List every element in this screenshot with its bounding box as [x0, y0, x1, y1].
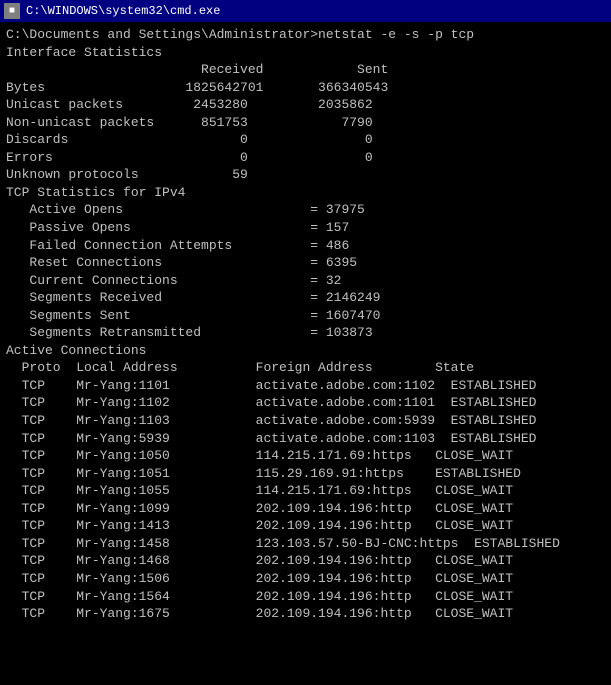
terminal-line: TCP Mr-Yang:1506 202.109.194.196:http CL… — [6, 570, 605, 588]
title-text: C:\WINDOWS\system32\cmd.exe — [26, 4, 220, 18]
terminal-line: TCP Mr-Yang:1458 123.103.57.50-BJ-CNC:ht… — [6, 535, 605, 553]
terminal-line: TCP Mr-Yang:1050 114.215.171.69:https CL… — [6, 447, 605, 465]
terminal-line: Active Connections — [6, 342, 605, 360]
terminal-line: TCP Mr-Yang:1564 202.109.194.196:http CL… — [6, 588, 605, 606]
terminal-line: Non-unicast packets 851753 7790 — [6, 114, 605, 132]
terminal-line: Received Sent — [6, 61, 605, 79]
terminal-line: TCP Mr-Yang:1675 202.109.194.196:http CL… — [6, 605, 605, 623]
terminal-line: Unicast packets 2453280 2035862 — [6, 96, 605, 114]
terminal-line: Errors 0 0 — [6, 149, 605, 167]
terminal-line: Current Connections = 32 — [6, 272, 605, 290]
terminal-line: Discards 0 0 — [6, 131, 605, 149]
terminal[interactable]: C:\Documents and Settings\Administrator>… — [0, 22, 611, 685]
terminal-line: Reset Connections = 6395 — [6, 254, 605, 272]
terminal-line: TCP Mr-Yang:1102 activate.adobe.com:1101… — [6, 394, 605, 412]
terminal-line: TCP Mr-Yang:1055 114.215.171.69:https CL… — [6, 482, 605, 500]
terminal-line: TCP Mr-Yang:1413 202.109.194.196:http CL… — [6, 517, 605, 535]
terminal-line: Unknown protocols 59 — [6, 166, 605, 184]
title-bar: ■ C:\WINDOWS\system32\cmd.exe — [0, 0, 611, 22]
terminal-line: Active Opens = 37975 — [6, 201, 605, 219]
terminal-line: C:\Documents and Settings\Administrator>… — [6, 26, 605, 44]
window-icon: ■ — [4, 3, 20, 19]
terminal-line: Segments Retransmitted = 103873 — [6, 324, 605, 342]
terminal-line: TCP Mr-Yang:1101 activate.adobe.com:1102… — [6, 377, 605, 395]
terminal-line: TCP Mr-Yang:1468 202.109.194.196:http CL… — [6, 552, 605, 570]
terminal-line: Proto Local Address Foreign Address Stat… — [6, 359, 605, 377]
terminal-line: TCP Mr-Yang:5939 activate.adobe.com:1103… — [6, 430, 605, 448]
terminal-line: Segments Received = 2146249 — [6, 289, 605, 307]
terminal-line: TCP Mr-Yang:1099 202.109.194.196:http CL… — [6, 500, 605, 518]
terminal-line: Interface Statistics — [6, 44, 605, 62]
window: ■ C:\WINDOWS\system32\cmd.exe C:\Documen… — [0, 0, 611, 685]
terminal-line: Failed Connection Attempts = 486 — [6, 237, 605, 255]
terminal-line: Bytes 1825642701 366340543 — [6, 79, 605, 97]
terminal-line: TCP Mr-Yang:1051 115.29.169.91:https EST… — [6, 465, 605, 483]
terminal-line: TCP Statistics for IPv4 — [6, 184, 605, 202]
terminal-line: Passive Opens = 157 — [6, 219, 605, 237]
terminal-line: Segments Sent = 1607470 — [6, 307, 605, 325]
terminal-line: TCP Mr-Yang:1103 activate.adobe.com:5939… — [6, 412, 605, 430]
